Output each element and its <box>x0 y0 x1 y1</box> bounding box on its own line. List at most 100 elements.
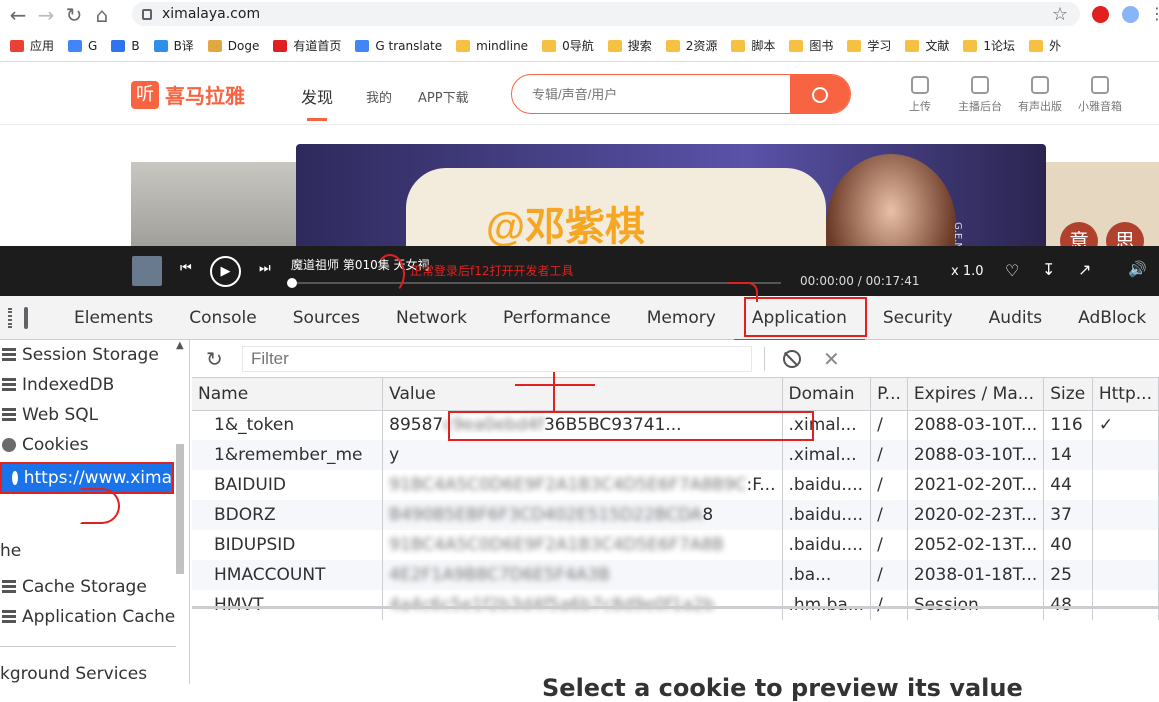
tab-console[interactable]: Console <box>171 296 275 340</box>
sidebar-item-cookies[interactable]: Cookies <box>0 430 189 460</box>
sidebar-scrollbar[interactable] <box>176 444 184 574</box>
tab-application[interactable]: Application <box>733 296 865 341</box>
table-row[interactable]: HMACCOUNT 4E2F1A9B8C7D6E5F4A3B .ba.../2038… <box>192 560 1159 590</box>
nav-discover[interactable]: 发现 <box>301 84 333 121</box>
apps-grid-icon <box>10 39 24 52</box>
extension-icon[interactable] <box>1122 6 1139 23</box>
play-icon[interactable]: ▶ <box>210 256 241 287</box>
table-row[interactable]: HMVT 4a4c6c5e1f2b3d4f5a6b7c8d9e0f1a2b .hm.… <box>192 590 1159 620</box>
bookmark-item[interactable]: 应用 <box>10 37 54 54</box>
sidebar-item-session-storage[interactable]: Session Storage <box>0 340 189 370</box>
prev-icon[interactable]: ⏮ <box>180 261 192 276</box>
storage-grid-icon <box>2 580 16 594</box>
cookie-size: 37 <box>1043 500 1093 530</box>
bookmark-icon <box>731 39 746 52</box>
column-header[interactable]: P... <box>870 378 908 411</box>
table-row[interactable]: 1&remember_me y .ximal.../2088-03-10T... 14 <box>192 440 1159 470</box>
sidebar-item-indexeddb[interactable]: IndexedDB <box>0 370 189 400</box>
column-header[interactable]: Http... <box>1092 378 1159 411</box>
table-row[interactable]: 1&_token 89587c9ea0ebd4f36B5BC93741... .xi… <box>192 410 1159 440</box>
device-toolbar-icon[interactable] <box>24 306 28 329</box>
volume-icon[interactable]: 🔊 <box>1128 260 1147 278</box>
nav-app-download[interactable]: APP下载 <box>418 87 469 106</box>
search-icon <box>812 87 828 103</box>
site-logo[interactable]: 听 喜马拉雅 <box>131 80 245 109</box>
bookmark-label: 1论坛 <box>983 39 1016 53</box>
bookmark-item[interactable]: 2资源 <box>665 37 717 54</box>
bookmark-item[interactable]: 文献 <box>905 37 949 54</box>
bookmark-item[interactable]: mindline <box>456 39 528 53</box>
bookmark-item[interactable]: B译 <box>153 37 194 54</box>
site-tool-0[interactable]: 上传 <box>892 76 948 114</box>
like-icon[interactable]: ♡ <box>1005 261 1019 280</box>
sidebar-item-application-cache[interactable]: Application Cache <box>0 602 189 632</box>
sidebar-item-cache-storage[interactable]: Cache Storage <box>0 572 189 602</box>
site-tool-3[interactable]: 小雅音箱 <box>1072 76 1128 114</box>
sidebar-scroll-up-icon[interactable]: ▲ <box>176 340 184 351</box>
progress-handle[interactable] <box>287 278 297 288</box>
bookmark-label: 搜索 <box>627 39 652 53</box>
table-row[interactable]: BDORZ B490B5EBF6F3CD402E515D22BCDA8 .baidu… <box>192 500 1159 530</box>
next-icon[interactable]: ⏭ <box>259 261 271 276</box>
site-search-button[interactable] <box>790 75 850 113</box>
star-icon[interactable]: ☆ <box>1052 4 1068 25</box>
back-icon[interactable]: ← <box>4 1 32 29</box>
tab-elements[interactable]: Elements <box>56 296 171 340</box>
tab-memory[interactable]: Memory <box>629 296 734 340</box>
inspect-element-icon[interactable] <box>8 307 12 328</box>
tab-network[interactable]: Network <box>378 296 485 340</box>
bookmark-item[interactable]: B <box>111 39 140 53</box>
site-tool-1[interactable]: 主播后台 <box>952 76 1008 114</box>
reload-icon[interactable]: ↻ <box>60 1 88 29</box>
bookmark-item[interactable]: 外 <box>1029 37 1061 54</box>
column-header[interactable]: Expires / Ma... <box>907 378 1045 411</box>
bookmark-item[interactable]: Doge <box>207 39 259 53</box>
progress-bar[interactable] <box>287 278 781 288</box>
site-tool-2[interactable]: 有声出版 <box>1012 76 1068 114</box>
sidebar-item-label: Cache Storage <box>22 577 147 597</box>
tab-performance[interactable]: Performance <box>485 296 629 340</box>
cookie-preview-placeholder: Select a cookie to preview its value <box>542 674 1023 702</box>
bookmark-item[interactable]: 0导航 <box>542 37 594 54</box>
sidebar-item-web-sql[interactable]: Web SQL <box>0 400 189 430</box>
site-header-divider <box>0 124 1159 125</box>
tab-adblock[interactable]: AdBlock <box>1060 296 1159 340</box>
bookmark-item[interactable]: 学习 <box>847 37 891 54</box>
menu-icon[interactable]: ⋮ <box>1149 4 1159 23</box>
playback-speed[interactable]: x 1.0 <box>951 264 984 279</box>
column-header[interactable]: Name <box>192 378 384 411</box>
opera-extension-icon[interactable] <box>1092 6 1109 23</box>
download-icon[interactable]: ↧ <box>1042 260 1055 279</box>
site-search[interactable] <box>511 74 851 114</box>
bookmark-item[interactable]: 图书 <box>789 37 833 54</box>
site-search-input[interactable] <box>512 75 782 113</box>
refresh-icon[interactable]: ↻ <box>206 347 230 371</box>
share-icon[interactable]: ↗ <box>1078 260 1091 279</box>
bookmark-label: G <box>88 38 98 53</box>
address-bar[interactable]: ximalaya.com ☆ <box>132 2 1080 26</box>
delete-selected-icon[interactable]: ✕ <box>823 347 840 371</box>
column-header[interactable]: Domain <box>782 378 872 411</box>
tab-audits[interactable]: Audits <box>971 296 1060 340</box>
tab-sources[interactable]: Sources <box>275 296 378 340</box>
nav-mine[interactable]: 我的 <box>366 87 392 106</box>
bookmark-item[interactable]: 1论坛 <box>963 37 1015 54</box>
bookmark-item[interactable]: 有道首页 <box>273 37 341 54</box>
track-cover[interactable] <box>132 256 162 286</box>
table-row[interactable]: BAIDUID 91BC4A5C0D6E9F2A1B3C4D5E6F7A8B9C:… <box>192 470 1159 500</box>
bookmark-item[interactable]: 搜索 <box>607 37 652 54</box>
database-icon <box>2 378 16 392</box>
cookie-value-redacted: 91BC4A5C0D6E9F2A1B3C4D5E6F7A8B9C <box>389 475 747 495</box>
bookmark-item[interactable]: 脚本 <box>731 37 775 54</box>
column-header[interactable]: Value <box>382 378 783 411</box>
bookmark-item[interactable]: G translate <box>355 39 442 53</box>
cookie-domain: .baidu.... <box>782 500 872 530</box>
clear-all-icon[interactable] <box>783 349 801 368</box>
table-row[interactable]: BIDUPSID 91BC4A5C0D6E9F2A1B3C4D5E6F7A8B .b… <box>192 530 1159 560</box>
home-icon[interactable]: ⌂ <box>88 1 116 29</box>
tab-security[interactable]: Security <box>865 296 971 340</box>
cookie-filter-input[interactable] <box>242 345 752 372</box>
column-header[interactable]: Size <box>1043 378 1093 411</box>
bookmark-item[interactable]: G <box>68 39 97 53</box>
forward-icon[interactable]: → <box>32 1 60 29</box>
